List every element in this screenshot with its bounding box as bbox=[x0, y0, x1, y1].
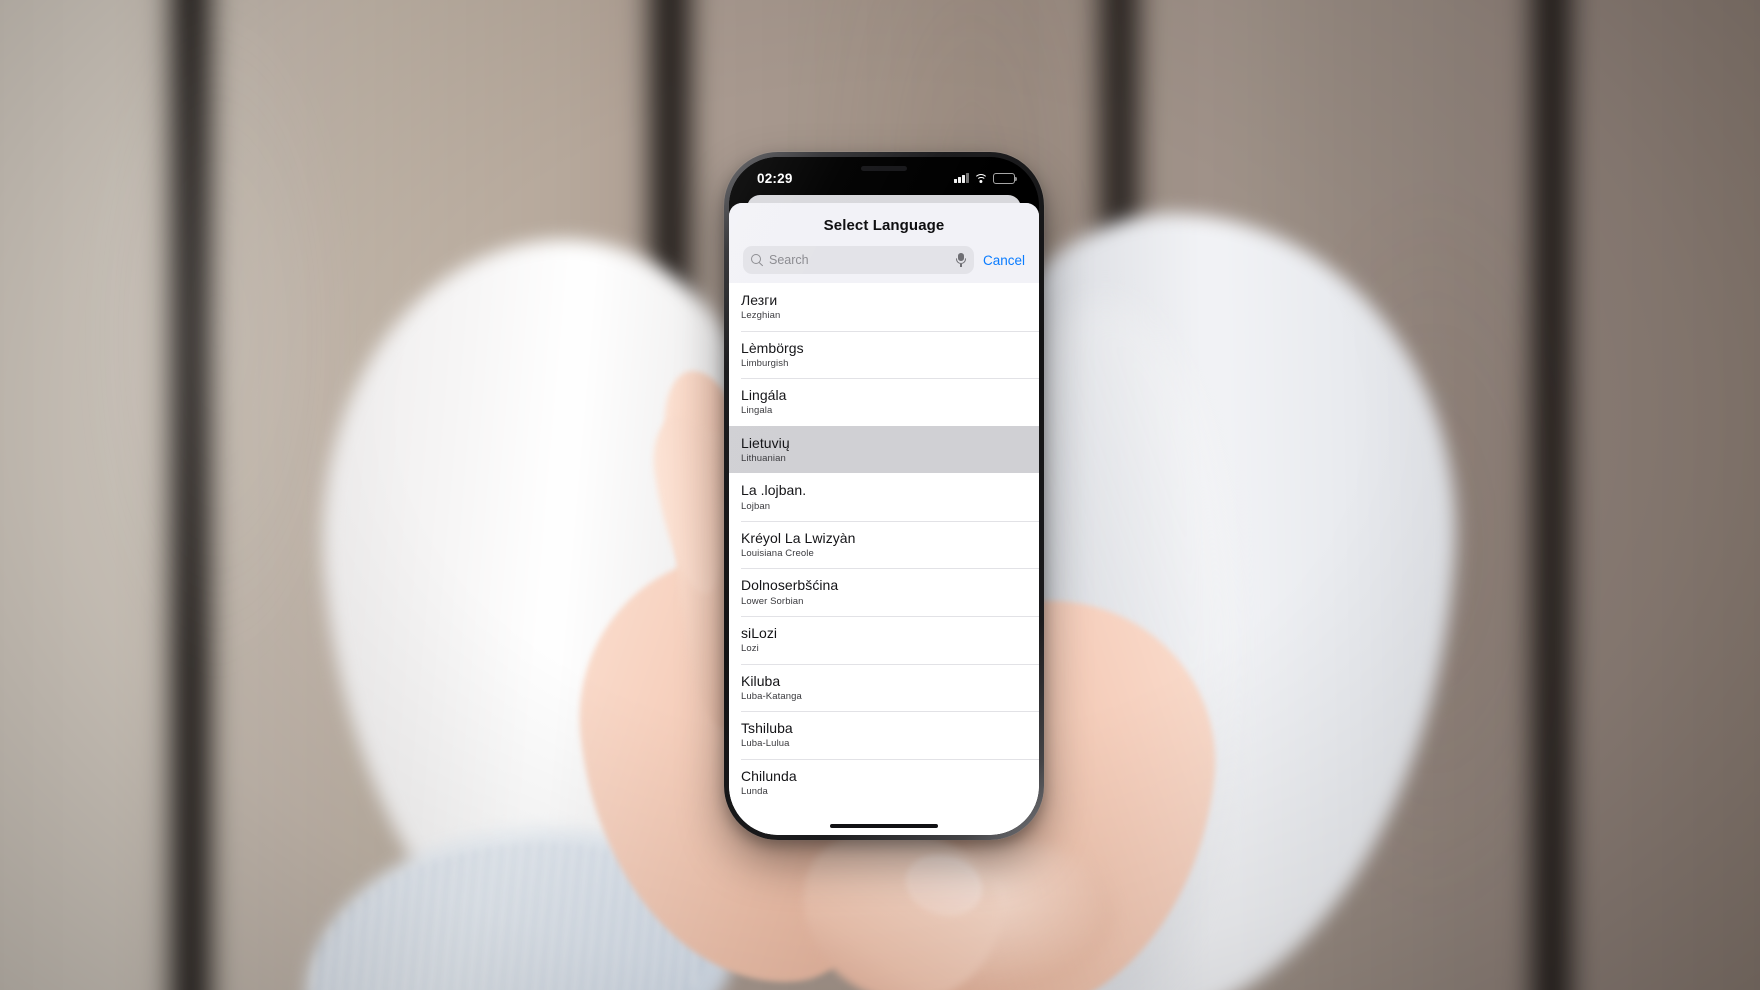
microphone-icon[interactable] bbox=[955, 252, 966, 268]
sheet-header: Select Language bbox=[729, 203, 1039, 244]
phone-screen: 02:29 Select Language Search Cancel Лезг… bbox=[729, 157, 1039, 835]
language-english-name: Lozi bbox=[741, 643, 759, 655]
language-english-name: Lunda bbox=[741, 786, 768, 798]
language-english-name: Lingala bbox=[741, 405, 773, 417]
language-row[interactable]: Kréyol La Lwizyàn Louisiana Creole bbox=[729, 520, 1039, 569]
language-english-name: Lezghian bbox=[741, 310, 781, 322]
language-row[interactable]: Lingála Lingala bbox=[729, 378, 1039, 426]
language-row[interactable]: Kiluba Luba-Katanga bbox=[729, 663, 1039, 712]
select-language-sheet: Select Language Search Cancel Лезги Lezgh… bbox=[729, 203, 1039, 835]
language-row[interactable]: Lietuvių Lithuanian bbox=[729, 425, 1039, 474]
language-native-name: Lietuvių bbox=[741, 434, 790, 451]
language-row[interactable]: Лезги Lezghian bbox=[729, 283, 1039, 331]
search-input[interactable]: Search bbox=[743, 246, 974, 274]
status-time: 02:29 bbox=[757, 170, 793, 186]
language-english-name: Luba-Lulua bbox=[741, 738, 790, 750]
language-row[interactable]: Tshiluba Luba-Lulua bbox=[729, 711, 1039, 759]
language-native-name: Chilunda bbox=[741, 767, 797, 784]
language-row[interactable]: Chilunda Lunda bbox=[729, 758, 1039, 807]
search-icon bbox=[751, 254, 763, 266]
language-native-name: Dolnoserbšćina bbox=[741, 577, 839, 594]
language-native-name: siLozi bbox=[741, 625, 778, 642]
language-english-name: Limburgish bbox=[741, 357, 789, 369]
language-english-name: Louisiana Creole bbox=[741, 548, 814, 560]
home-indicator[interactable] bbox=[830, 823, 938, 828]
wifi-icon bbox=[974, 173, 988, 184]
status-indicators bbox=[954, 172, 1018, 184]
language-english-name: Lojban bbox=[741, 500, 771, 512]
language-native-name: Kréyol La Lwizyàn bbox=[741, 529, 856, 546]
language-english-name: Luba-Katanga bbox=[741, 690, 802, 702]
language-english-name: Lithuanian bbox=[741, 452, 786, 464]
phone-bezel: 02:29 Select Language Search Cancel Лезг… bbox=[729, 157, 1039, 835]
cellular-signal-icon bbox=[954, 173, 969, 183]
language-list[interactable]: Лезги Lezghian Lèmbörgs Limburgish Lingála Li… bbox=[729, 283, 1039, 835]
language-native-name: Tshiluba bbox=[741, 720, 793, 737]
language-english-name: Lower Sorbian bbox=[741, 595, 804, 607]
language-row[interactable]: siLozi Lozi bbox=[729, 616, 1039, 664]
page-title: Select Language bbox=[823, 217, 945, 234]
language-row[interactable]: La .lojban. Lojban bbox=[729, 473, 1039, 521]
search-row: Search Cancel bbox=[729, 244, 1039, 283]
language-native-name: Lingála bbox=[741, 387, 787, 404]
language-native-name: La .lojban. bbox=[741, 482, 807, 499]
language-row[interactable]: Lèmbörgs Limburgish bbox=[729, 330, 1039, 379]
language-native-name: Lèmbörgs bbox=[741, 339, 804, 356]
smartphone-device: 02:29 Select Language Search Cancel Лезг… bbox=[724, 152, 1044, 840]
language-native-name: Лезги bbox=[741, 292, 778, 308]
language-row[interactable]: Dolnoserbšćina Lower Sorbian bbox=[729, 568, 1039, 617]
search-placeholder: Search bbox=[769, 252, 809, 267]
cancel-button[interactable]: Cancel bbox=[983, 253, 1025, 268]
language-native-name: Kiluba bbox=[741, 672, 781, 689]
battery-icon bbox=[993, 172, 1018, 184]
status-bar: 02:29 bbox=[729, 157, 1039, 193]
